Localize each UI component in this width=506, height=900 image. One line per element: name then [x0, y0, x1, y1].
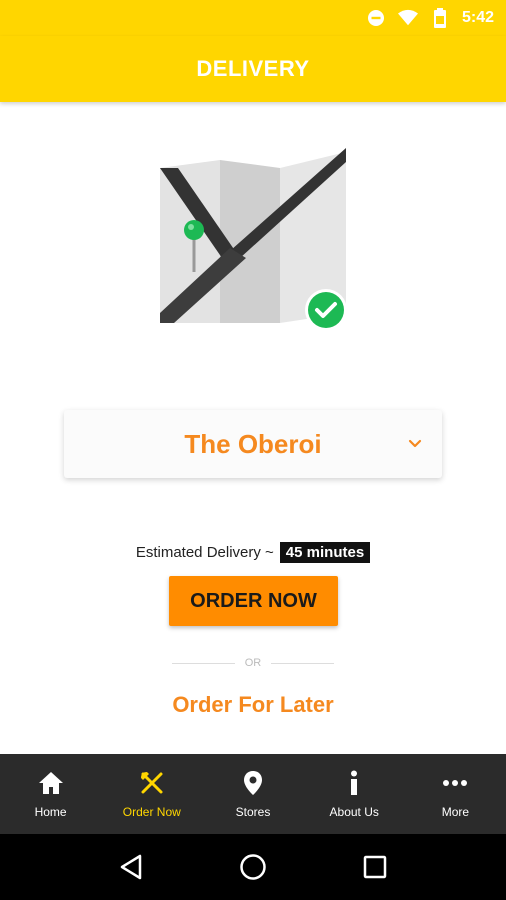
nav-item-home[interactable]: Home: [0, 754, 101, 834]
or-divider: OR: [172, 654, 334, 672]
battery-icon: [430, 8, 450, 28]
nav-item-stores[interactable]: Stores: [202, 754, 303, 834]
home-icon: [37, 769, 65, 797]
page-title: DELIVERY: [196, 56, 310, 81]
nav-item-label: About Us: [329, 805, 379, 819]
estimated-delivery-time: 45 minutes: [279, 541, 371, 563]
order-now-button[interactable]: ORDER NOW: [169, 576, 338, 626]
or-text: OR: [244, 657, 262, 669]
nav-item-label: Home: [34, 805, 67, 819]
system-nav-bar: [0, 834, 506, 900]
order-for-later-link[interactable]: Order For Later: [0, 688, 506, 722]
app-header: DELIVERY: [0, 36, 506, 102]
estimated-delivery-label: Estimated Delivery ~: [135, 543, 274, 561]
nav-item-label: Stores: [235, 805, 271, 819]
map-illustration: [150, 148, 360, 338]
map-icon: [160, 148, 347, 331]
chevron-down-icon: [408, 437, 422, 451]
home-circle-icon[interactable]: [233, 847, 273, 887]
status-time: 5:42: [461, 9, 494, 26]
store-selector-value: The Oberoi: [184, 428, 322, 459]
recents-icon[interactable]: [355, 847, 395, 887]
nav-item-about-us[interactable]: About Us: [304, 754, 405, 834]
wifi-icon: [397, 8, 418, 28]
nav-item-order-now[interactable]: Order Now: [101, 754, 202, 834]
back-icon[interactable]: [111, 847, 151, 887]
estimated-delivery: Estimated Delivery ~ 45 minutes: [0, 540, 506, 564]
do-not-disturb-icon: [366, 8, 386, 28]
info-icon: [340, 769, 368, 797]
fork-knife-icon: [138, 769, 166, 797]
divider-line-left: [172, 662, 235, 664]
location-pin-icon: [239, 769, 267, 797]
bottom-nav: Home Order Now Stores About Us More: [0, 754, 506, 834]
more-dots-icon: [441, 769, 469, 797]
store-selector[interactable]: The Oberoi: [64, 410, 442, 478]
nav-item-label: More: [441, 805, 470, 819]
divider-line-right: [271, 662, 334, 664]
nav-item-label: Order Now: [122, 805, 181, 819]
nav-item-more[interactable]: More: [405, 754, 506, 834]
status-bar: 5:42: [0, 0, 506, 36]
